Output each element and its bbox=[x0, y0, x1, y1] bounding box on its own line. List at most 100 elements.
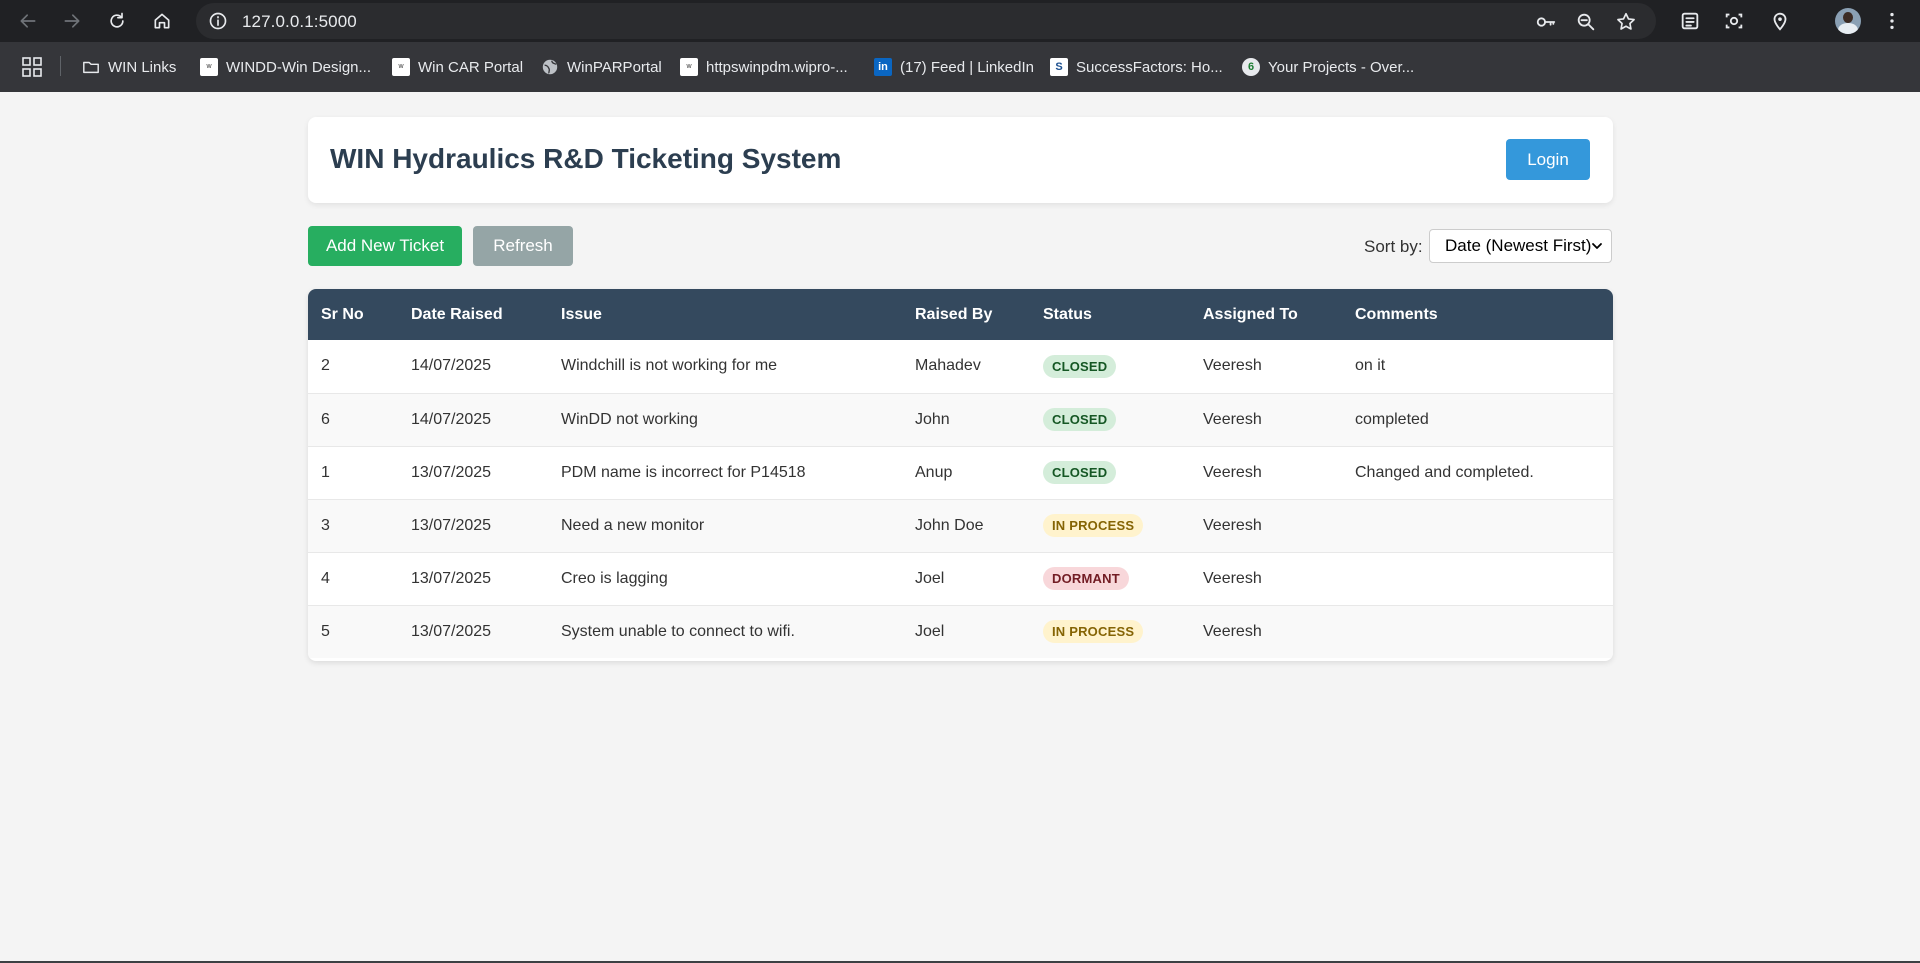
cell-assigned-to: Veeresh bbox=[1203, 410, 1262, 428]
sort-select[interactable]: Date (Newest First) bbox=[1429, 229, 1612, 263]
cell-status: CLOSED bbox=[1030, 446, 1190, 499]
bookmark-label: WIN Links bbox=[108, 58, 177, 76]
globe-icon bbox=[542, 59, 558, 75]
back-icon[interactable] bbox=[15, 8, 41, 34]
bookmark-star-icon[interactable] bbox=[1615, 11, 1637, 33]
bookmark-win-links[interactable]: WIN Links bbox=[82, 56, 176, 78]
wipro-favicon-icon: w bbox=[392, 58, 410, 76]
cell-issue: WinDD not working bbox=[561, 410, 698, 428]
more-menu-icon[interactable] bbox=[1881, 10, 1903, 32]
bookmark-label: WinPARPortal bbox=[567, 58, 662, 76]
login-button[interactable]: Login bbox=[1506, 139, 1590, 180]
cell-assigned-to: Veeresh bbox=[1203, 357, 1262, 375]
bookmark-label: Win CAR Portal bbox=[418, 58, 524, 76]
cell-date: 13/07/2025 bbox=[411, 622, 492, 640]
bookmark-winparportal[interactable]: WinPARPortal bbox=[541, 56, 662, 78]
chevron-down-icon bbox=[1592, 243, 1602, 249]
bookmark-label: httpswinpdm.wipro-... bbox=[706, 58, 848, 76]
status-badge: CLOSED bbox=[1043, 461, 1117, 484]
profile-avatar[interactable] bbox=[1835, 8, 1861, 34]
cell-assigned-to: Veeresh bbox=[1203, 463, 1262, 481]
cell-date: 13/07/2025 bbox=[411, 516, 492, 534]
table-row[interactable]: 3 13/07/2025 Need a new monitor John Doe… bbox=[308, 499, 1613, 552]
cell-raised-by: Anup bbox=[915, 463, 953, 481]
cell-comments: on it bbox=[1355, 357, 1386, 375]
cell-issue: Creo is lagging bbox=[561, 569, 668, 587]
cell-sr-no: 2 bbox=[321, 357, 330, 375]
wipro-favicon-icon: w bbox=[680, 58, 698, 76]
screenshot-lens-icon[interactable] bbox=[1723, 10, 1745, 32]
bookmark-label: (17) Feed | LinkedIn bbox=[900, 58, 1034, 76]
column-header: Status bbox=[1043, 305, 1092, 323]
status-badge: CLOSED bbox=[1043, 354, 1117, 378]
folder-icon bbox=[83, 61, 99, 74]
column-header: Issue bbox=[561, 305, 602, 323]
refresh-button[interactable]: Refresh bbox=[473, 226, 573, 266]
status-badge: IN PROCESS bbox=[1043, 514, 1144, 537]
address-bar[interactable]: 127.0.0.1:5000 bbox=[196, 3, 1656, 39]
avatar-body bbox=[1838, 23, 1858, 34]
cell-issue: Need a new monitor bbox=[561, 516, 705, 534]
location-pin-icon[interactable] bbox=[1769, 10, 1791, 32]
wipro-favicon-icon: w bbox=[200, 58, 218, 76]
cell-raised-by: Joel bbox=[915, 622, 945, 640]
url-text[interactable]: 127.0.0.1:5000 bbox=[242, 12, 357, 32]
bookmark-your-projects[interactable]: 6 Your Projects - Over... bbox=[1242, 56, 1414, 78]
successfactors-icon: S bbox=[1050, 58, 1068, 76]
cell-sr-no: 3 bbox=[321, 516, 330, 534]
cell-issue: System unable to connect to wifi. bbox=[561, 622, 795, 640]
bookmarks-divider bbox=[60, 56, 61, 76]
bookmark-winpdm[interactable]: w httpswinpdm.wipro-... bbox=[680, 56, 848, 78]
table-row[interactable]: 6 14/07/2025 WinDD not working John CLOS… bbox=[308, 393, 1613, 446]
cell-raised-by: Mahadev bbox=[915, 357, 981, 375]
page-title: WIN Hydraulics R&D Ticketing System bbox=[330, 143, 842, 174]
cell-date: 13/07/2025 bbox=[411, 463, 492, 481]
cell-comments bbox=[1342, 605, 1613, 658]
table-row[interactable]: 1 13/07/2025 PDM name is incorrect for P… bbox=[308, 446, 1613, 499]
cell-sr-no: 6 bbox=[321, 410, 330, 428]
bookmark-linkedin[interactable]: in (17) Feed | LinkedIn bbox=[874, 56, 1034, 78]
reload-icon[interactable] bbox=[104, 8, 130, 34]
column-header: Comments bbox=[1355, 305, 1438, 323]
bookmark-label: Your Projects - Over... bbox=[1268, 58, 1415, 76]
cell-raised-by: John bbox=[915, 410, 950, 428]
table-row[interactable]: 5 13/07/2025 System unable to connect to… bbox=[308, 605, 1613, 658]
bookmark-label: SuccessFactors: Ho... bbox=[1076, 58, 1223, 76]
password-key-icon[interactable] bbox=[1535, 11, 1557, 33]
zoom-icon[interactable] bbox=[1575, 11, 1597, 33]
bookmark-successfactors[interactable]: S SuccessFactors: Ho... bbox=[1050, 56, 1223, 78]
avatar-head bbox=[1843, 12, 1853, 23]
cell-status: DORMANT bbox=[1030, 552, 1190, 605]
add-new-ticket-button[interactable]: Add New Ticket bbox=[308, 226, 462, 266]
table-row[interactable]: 4 13/07/2025 Creo is lagging Joel DORMAN… bbox=[308, 552, 1613, 605]
table-row[interactable]: 2 14/07/2025 Windchill is not working fo… bbox=[308, 340, 1613, 393]
cell-assigned-to: Veeresh bbox=[1203, 622, 1262, 640]
projects-favicon-icon: 6 bbox=[1242, 58, 1260, 76]
cell-status: CLOSED bbox=[1030, 393, 1190, 446]
cell-date: 13/07/2025 bbox=[411, 569, 492, 587]
bookmark-win-car-portal[interactable]: w Win CAR Portal bbox=[392, 56, 523, 78]
cell-status: CLOSED bbox=[1030, 340, 1190, 393]
header-card: WIN Hydraulics R&D Ticketing System Logi… bbox=[308, 117, 1613, 203]
status-badge: IN PROCESS bbox=[1043, 620, 1144, 644]
home-icon[interactable] bbox=[149, 8, 175, 34]
column-header: Assigned To bbox=[1203, 305, 1298, 323]
bookmark-label: WINDD-Win Design... bbox=[226, 58, 372, 76]
cell-status: IN PROCESS bbox=[1030, 605, 1190, 658]
sort-label: Sort by: bbox=[1364, 237, 1423, 256]
forward-icon[interactable] bbox=[59, 8, 85, 34]
cell-raised-by: Joel bbox=[915, 569, 945, 587]
status-badge: CLOSED bbox=[1043, 408, 1117, 431]
bookmark-windd[interactable]: w WINDD-Win Design... bbox=[200, 56, 371, 78]
tickets-table: Sr No Date Raised Issue Raised By Status… bbox=[308, 289, 1613, 661]
sort-selected-value: Date (Newest First) bbox=[1445, 236, 1592, 255]
cell-issue: Windchill is not working for me bbox=[561, 357, 778, 375]
cell-raised-by: John Doe bbox=[915, 516, 984, 534]
cell-date: 14/07/2025 bbox=[411, 410, 492, 428]
apps-grid-icon[interactable] bbox=[22, 57, 42, 77]
status-badge: DORMANT bbox=[1043, 567, 1129, 590]
cell-sr-no: 1 bbox=[321, 463, 330, 481]
site-info-icon[interactable] bbox=[208, 11, 228, 31]
reading-list-icon[interactable] bbox=[1679, 10, 1701, 32]
cell-assigned-to: Veeresh bbox=[1203, 569, 1262, 587]
